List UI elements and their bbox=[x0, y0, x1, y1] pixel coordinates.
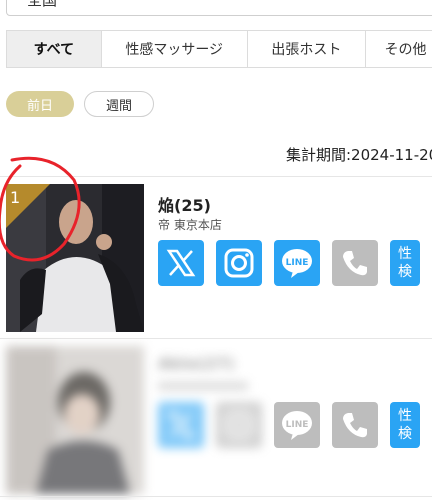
tab-all[interactable]: すべて bbox=[7, 31, 102, 67]
phone-icon[interactable] bbox=[332, 240, 378, 286]
aggregation-period: 集計期間:2024-11-20 bbox=[286, 146, 432, 164]
tab-shucchou-host[interactable]: 出張ホスト bbox=[248, 31, 367, 67]
line-icon[interactable]: LINE bbox=[274, 240, 320, 286]
divider bbox=[0, 338, 432, 339]
seikan-kensa-icon[interactable]: 性検 bbox=[390, 402, 420, 448]
x-icon[interactable] bbox=[158, 402, 204, 448]
seikan-kensa-icon[interactable]: 性検 bbox=[390, 240, 420, 286]
kensa-label: 性検 bbox=[398, 246, 412, 280]
cast-photo-image bbox=[6, 346, 144, 494]
ranking-card[interactable]: 1 焔(25) 帝 東京本店 LINE 性検 bbox=[6, 184, 432, 332]
category-tabs: すべて 性感マッサージ 出張ホスト その他 bbox=[6, 30, 432, 68]
divider bbox=[0, 496, 432, 497]
instagram-icon[interactable] bbox=[216, 240, 262, 286]
filter-previous-day[interactable]: 前日 bbox=[6, 91, 74, 117]
period-filter: 前日 週間 bbox=[6, 91, 154, 117]
area-select[interactable]: 全国 bbox=[6, 0, 432, 16]
cast-photo[interactable]: 1 bbox=[6, 184, 144, 332]
filter-weekly[interactable]: 週間 bbox=[84, 91, 154, 117]
cast-name[interactable]: 焔(25) bbox=[158, 192, 211, 216]
phone-icon[interactable] bbox=[332, 402, 378, 448]
svg-text:LINE: LINE bbox=[286, 258, 309, 268]
svg-text:LINE: LINE bbox=[286, 420, 309, 430]
divider bbox=[0, 176, 432, 177]
tab-other[interactable]: その他 bbox=[366, 31, 432, 67]
social-icons: LINE 性検 bbox=[158, 240, 420, 286]
line-icon[interactable]: LINE bbox=[274, 402, 320, 448]
rank-number: 1 bbox=[10, 188, 21, 207]
instagram-icon[interactable] bbox=[216, 402, 262, 448]
area-select-value: 全国 bbox=[27, 0, 58, 9]
social-icons: LINE 性検 bbox=[158, 402, 420, 448]
x-icon[interactable] bbox=[158, 240, 204, 286]
shop-name[interactable]: 帝 東京本店 bbox=[158, 216, 222, 233]
shop-name[interactable] bbox=[158, 382, 248, 390]
cast-photo[interactable] bbox=[6, 346, 144, 494]
kensa-label: 性検 bbox=[398, 408, 412, 442]
cast-name[interactable]: Akio(27) bbox=[158, 354, 234, 373]
tab-seikan-massage[interactable]: 性感マッサージ bbox=[102, 31, 248, 67]
ranking-card[interactable]: Akio(27) LINE 性検 bbox=[6, 346, 432, 494]
